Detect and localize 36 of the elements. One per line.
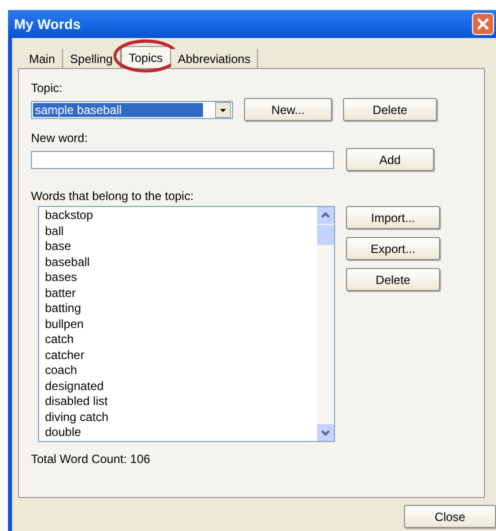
tab[interactable]: Abbreviations [170, 49, 258, 68]
scroll-up-icon[interactable] [317, 207, 334, 224]
list-item[interactable]: baseball [45, 254, 90, 270]
field-label: New word: [31, 131, 89, 145]
list-item[interactable]: batter [45, 286, 76, 301]
list-item[interactable]: ball [45, 224, 64, 239]
list-item[interactable]: designated [45, 378, 104, 394]
close-button[interactable]: Close [404, 505, 496, 528]
list-item[interactable]: catcher [45, 348, 84, 363]
topic-dropdown[interactable]: sample baseball [31, 100, 233, 118]
scroll-down-icon[interactable] [317, 424, 334, 441]
dialog-button[interactable]: New... [244, 98, 332, 121]
field-label: Topic: [31, 81, 64, 95]
list-item[interactable]: diving catch [45, 410, 108, 425]
dialog-button[interactable]: Export... [346, 237, 440, 260]
list-item[interactable]: batting [45, 301, 82, 316]
close-icon[interactable] [472, 13, 494, 35]
list-item[interactable]: disabled list [45, 394, 108, 410]
scrollbar[interactable] [317, 207, 334, 441]
dialog-button[interactable]: Import... [346, 206, 440, 229]
dialog-button[interactable]: Delete [346, 268, 440, 291]
list-item[interactable]: bases [45, 270, 78, 286]
window-title: My Words [14, 16, 81, 32]
word-count: Total Word Count: 106 [31, 452, 150, 466]
list-item[interactable]: bullpen [45, 316, 84, 332]
list-item[interactable]: double [45, 425, 82, 440]
input-field[interactable] [31, 150, 334, 168]
scroll-thumb[interactable] [317, 225, 334, 245]
add-button[interactable]: Add [346, 148, 434, 171]
list-label: Words that belong to the topic: [31, 189, 195, 203]
list-item[interactable]: catch [45, 332, 74, 348]
tab[interactable]: Topics [120, 46, 171, 68]
list-item[interactable]: base [45, 239, 72, 254]
dialog-button[interactable]: Delete [343, 98, 437, 121]
list-item[interactable]: coach [45, 363, 78, 378]
list-item[interactable]: backstop [45, 208, 94, 224]
